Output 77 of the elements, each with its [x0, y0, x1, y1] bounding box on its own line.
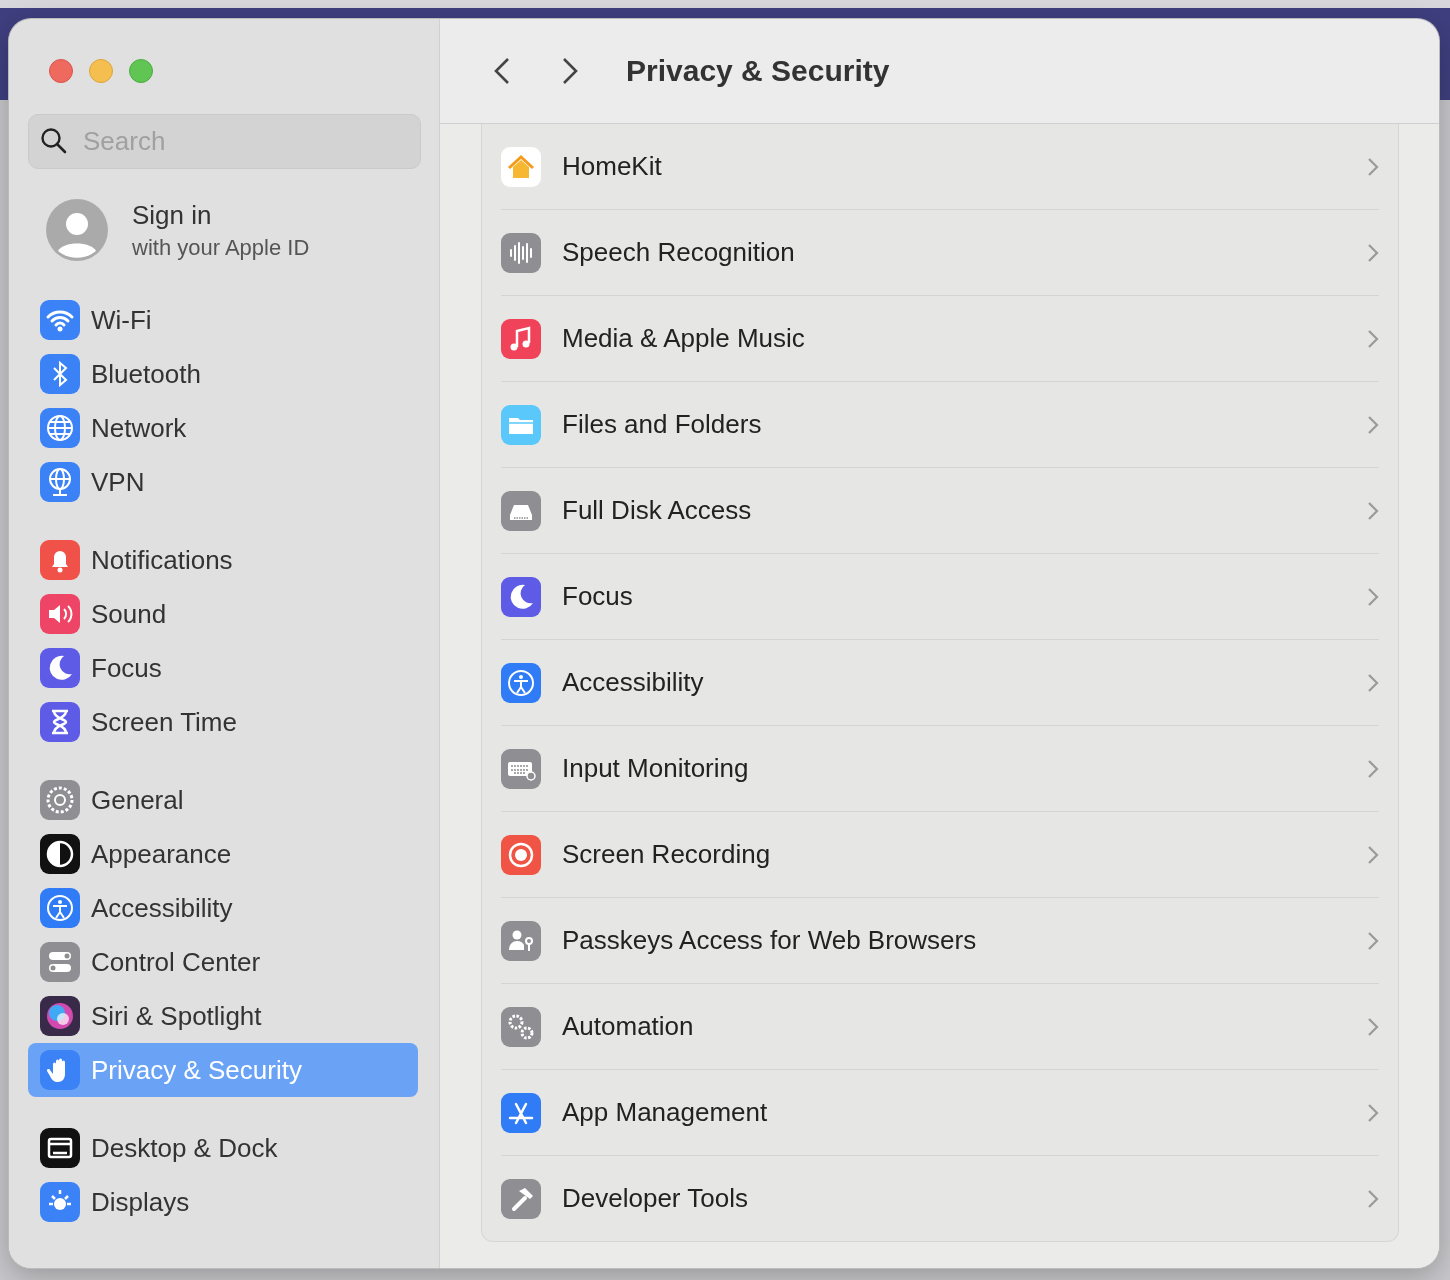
chevron-right-icon [1367, 1102, 1379, 1123]
window-title: Privacy & Security [626, 54, 890, 88]
minimize-button[interactable] [89, 59, 113, 83]
bluetooth-icon [40, 354, 80, 394]
sign-in-title[interactable]: Sign in [132, 199, 310, 231]
passkey-icon [501, 920, 541, 961]
settings-row[interactable]: Full Disk Access [501, 468, 1379, 554]
hourglass-icon [40, 702, 80, 742]
chevron-right-icon [1367, 844, 1379, 865]
chevron-right-icon [1367, 758, 1379, 779]
speaker-icon [40, 594, 80, 634]
sidebar-item[interactable]: VPN [28, 455, 418, 509]
settings-row[interactable]: HomeKit [501, 124, 1379, 210]
sidebar-item[interactable]: Control Center [28, 935, 418, 989]
settings-row[interactable]: Accessibility [501, 640, 1379, 726]
sidebar-item[interactable]: Wi-Fi [28, 293, 418, 347]
sidebar-item[interactable]: Focus [28, 641, 418, 695]
settings-row[interactable]: Focus [501, 554, 1379, 640]
settings-row[interactable]: Screen Recording [501, 812, 1379, 898]
settings-row[interactable]: Media & Apple Music [501, 296, 1379, 382]
settings-row[interactable]: Files and Folders [501, 382, 1379, 468]
bell-icon [40, 540, 80, 580]
gear-icon [40, 780, 80, 820]
sidebar-item[interactable]: Notifications [28, 533, 418, 587]
wifi-icon [40, 300, 80, 340]
sidebar-item[interactable]: Network [28, 401, 418, 455]
sidebar-item[interactable]: Sound [28, 587, 418, 641]
sidebar-item[interactable]: Siri & Spotlight [28, 989, 418, 1043]
sun-icon [40, 1182, 80, 1222]
settings-row[interactable]: Developer Tools [501, 1156, 1379, 1241]
chevron-left-icon [494, 57, 510, 85]
person-icon [40, 888, 80, 928]
dock-icon [40, 1128, 80, 1168]
sidebar-item[interactable]: Screen Time [28, 695, 418, 749]
keyboard-icon [501, 748, 541, 789]
vpn-icon [40, 462, 80, 502]
toggles-icon [40, 942, 80, 982]
sidebar-item[interactable]: Bluetooth [28, 347, 418, 401]
chevron-right-icon [1367, 672, 1379, 693]
close-button[interactable] [49, 59, 73, 83]
chevron-right-icon [1367, 328, 1379, 349]
moon-icon [501, 576, 541, 617]
settings-row[interactable]: Passkeys Access for Web Browsers [501, 898, 1379, 984]
record-icon [501, 834, 541, 875]
settings-row[interactable]: Speech Recognition [501, 210, 1379, 296]
house-icon [501, 146, 541, 187]
sign-in-subtitle: with your Apple ID [132, 234, 310, 261]
moon-icon [40, 648, 80, 688]
chevron-right-icon [562, 57, 578, 85]
orb-icon [40, 996, 80, 1036]
sidebar-item[interactable]: Displays [28, 1175, 418, 1229]
sidebar-item[interactable]: Appearance [28, 827, 418, 881]
settings-row[interactable]: Input Monitoring [501, 726, 1379, 812]
gears-icon [501, 1006, 541, 1047]
chevron-right-icon [1367, 1188, 1379, 1209]
settings-row[interactable]: Automation [501, 984, 1379, 1070]
hand-icon [40, 1050, 80, 1090]
sidebar-item[interactable]: Desktop & Dock [28, 1121, 418, 1175]
folder-icon [501, 404, 541, 445]
sidebar-item[interactable]: General [28, 773, 418, 827]
wave-icon [501, 232, 541, 273]
chevron-right-icon [1367, 156, 1379, 177]
chevron-right-icon [1367, 930, 1379, 951]
chevron-right-icon [1367, 500, 1379, 521]
contrast-icon [40, 834, 80, 874]
chevron-right-icon [1367, 414, 1379, 435]
note-icon [501, 318, 541, 359]
hammer-icon [501, 1178, 541, 1219]
zoom-button[interactable] [129, 59, 153, 83]
person-icon [501, 662, 541, 703]
settings-row[interactable]: App Management [501, 1070, 1379, 1156]
sidebar-item[interactable]: Accessibility [28, 881, 418, 935]
chevron-right-icon [1367, 1016, 1379, 1037]
chevron-right-icon [1367, 586, 1379, 607]
chevron-right-icon [1367, 242, 1379, 263]
avatar-icon[interactable] [46, 199, 108, 261]
globe-icon [40, 408, 80, 448]
